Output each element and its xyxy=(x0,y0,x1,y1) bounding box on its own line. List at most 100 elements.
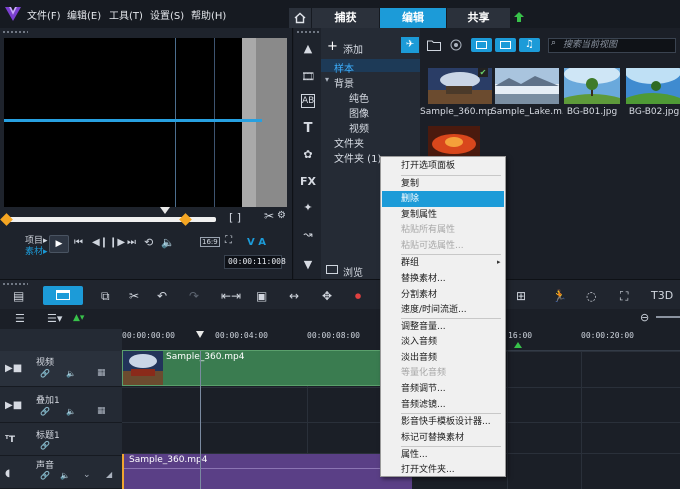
menu-tools[interactable]: 工具(T) xyxy=(109,7,143,22)
browse-icon[interactable] xyxy=(326,265,338,274)
ctx-properties[interactable]: 属性... xyxy=(382,447,504,463)
fit-icon[interactable]: ⛶ xyxy=(620,289,628,304)
fit-screen-icon[interactable]: ⛶ xyxy=(225,235,232,246)
menu-settings[interactable]: 设置(S) xyxy=(150,7,184,22)
video-clip[interactable]: Sample_360.mp4 xyxy=(122,350,382,386)
play-button[interactable]: ▶ xyxy=(49,235,69,253)
collapse-icon[interactable]: ▾ xyxy=(325,75,329,84)
tab-edit[interactable]: 编辑 xyxy=(380,8,446,28)
record-capture-icon[interactable]: ⏺ xyxy=(355,289,361,304)
ctx-delete[interactable]: 删除 xyxy=(382,191,504,207)
filter-image-button[interactable] xyxy=(495,38,516,52)
title-icon[interactable]: T xyxy=(298,120,318,138)
fx-icon[interactable]: FX xyxy=(298,173,318,191)
menu-edit[interactable]: 编辑(E) xyxy=(67,7,101,22)
crop-icon[interactable]: ▣ xyxy=(256,289,267,303)
undo-icon[interactable]: ↶ xyxy=(157,289,167,303)
tab-share[interactable]: 共享 xyxy=(447,8,510,28)
menu-file[interactable]: 文件(F) xyxy=(27,7,61,22)
filter-audio-button[interactable]: ♫ xyxy=(519,38,540,52)
ctx-split-clip[interactable]: 分割素材 xyxy=(382,287,504,303)
track-volume-icon[interactable]: 🔈 xyxy=(66,407,76,416)
tree-item-backgrounds[interactable]: 背景 xyxy=(334,75,354,90)
ctx-fade-in-audio[interactable]: 淡入音频 xyxy=(382,334,504,350)
tree-item-folder-1[interactable]: 文件夹 (1) xyxy=(334,150,381,165)
ctx-speed-timelapse[interactable]: 速度/时间流逝... xyxy=(382,302,504,318)
settings-icon[interactable]: ⚙ xyxy=(277,210,286,221)
zoom-slider[interactable] xyxy=(656,316,680,318)
scrubber-head[interactable] xyxy=(160,207,170,214)
ctx-group[interactable]: 群组 xyxy=(382,255,504,271)
ctx-mark-replaceable[interactable]: 标记可替换素材 xyxy=(382,430,504,446)
browse-button[interactable]: 浏览 xyxy=(343,264,363,279)
track-grid-icon[interactable]: ▦ xyxy=(97,406,106,416)
tree-item-solid[interactable]: 纯色 xyxy=(349,90,369,105)
link-icon[interactable]: 🔗 xyxy=(40,407,50,416)
tree-item-video[interactable]: 视频 xyxy=(349,120,369,135)
graphics-icon[interactable]: ✿ xyxy=(298,146,318,164)
tree-item-samples[interactable]: 样本 xyxy=(334,60,354,75)
pin-icon[interactable]: ✈ xyxy=(401,37,419,53)
thumbnail-item[interactable] xyxy=(428,126,480,160)
tools-icon[interactable]: ✂ xyxy=(129,289,139,303)
volume-line[interactable] xyxy=(124,468,412,469)
thumbnail-item[interactable] xyxy=(625,60,680,104)
3d-title-icon[interactable]: T3D xyxy=(651,289,673,302)
stretch-icon[interactable]: ↔ xyxy=(289,289,299,303)
panel-grip[interactable] xyxy=(2,282,28,286)
trim-start-handle[interactable] xyxy=(0,213,13,226)
move-icon[interactable]: ✥ xyxy=(322,289,332,303)
track-manager-icon[interactable]: ⧉ xyxy=(101,289,110,304)
ctx-replace-clip[interactable]: 替换素材... xyxy=(382,271,504,287)
prev-frame-icon[interactable]: ◀❙ xyxy=(92,237,108,248)
go-start-icon[interactable]: ⏮ xyxy=(74,237,83,248)
import-folder-icon[interactable] xyxy=(427,40,441,51)
tree-item-folder[interactable]: 文件夹 xyxy=(334,135,364,150)
media-icon[interactable]: 🎞 xyxy=(298,68,318,86)
volume-icon[interactable]: 🔈 xyxy=(161,236,175,249)
scroll-down-icon[interactable]: ▼ xyxy=(298,256,318,274)
track-options-icon[interactable]: ☰▾ xyxy=(47,312,62,325)
expand-icon[interactable]: ⌄ xyxy=(83,470,91,480)
menu-help[interactable]: 帮助(H) xyxy=(191,7,226,22)
filter-video-button[interactable] xyxy=(471,38,492,52)
thumbnail-item[interactable] xyxy=(564,64,620,104)
cue-marker[interactable] xyxy=(514,342,522,348)
trim-icon[interactable]: ⇤⇥ xyxy=(221,289,241,303)
preview-screen[interactable] xyxy=(4,38,287,207)
playhead-marker[interactable] xyxy=(196,331,204,338)
track-header-video[interactable]: ▶■ 视频 🔗 🔈 ▦ xyxy=(0,351,122,387)
playhead-line[interactable] xyxy=(200,351,201,489)
motion-tracking-icon[interactable]: 🏃 xyxy=(552,289,567,303)
track-grid-icon[interactable]: ▦ xyxy=(97,368,106,378)
timeline-view-button[interactable] xyxy=(43,286,83,305)
panel-grip[interactable] xyxy=(296,30,320,34)
ctx-adjust-volume[interactable]: 调整音量... xyxy=(382,319,504,335)
ctx-audio-filter[interactable]: 音频滤镜... xyxy=(382,397,504,413)
track-volume-icon[interactable]: 🔈 xyxy=(66,369,76,378)
track-volume-icon[interactable]: 🔈 xyxy=(60,471,70,480)
home-tab[interactable] xyxy=(289,8,311,28)
timecode[interactable]: 00:00:11:008 xyxy=(224,255,286,269)
track-header-audio[interactable]: ◖ 声音 🔗 🔈 ⌄ ◢ xyxy=(0,457,122,489)
mark-in-out-icon[interactable]: [ ] xyxy=(229,211,241,224)
track-header-title[interactable]: ᵀT 标题1 🔗 xyxy=(0,424,122,456)
go-end-icon[interactable]: ⏭ xyxy=(127,237,136,248)
link-icon[interactable]: 🔗 xyxy=(40,471,50,480)
track-list-icon[interactable]: ☰ xyxy=(15,312,25,325)
ctx-template-designer[interactable]: 影音快手模板设计器... xyxy=(382,414,504,430)
ctx-copy-attributes[interactable]: 复制属性 xyxy=(382,207,504,223)
split-clip-icon[interactable]: ✂ xyxy=(264,209,274,223)
instant-project-icon[interactable]: AB xyxy=(301,94,315,108)
record-icon[interactable] xyxy=(450,39,462,51)
storyboard-view-icon[interactable]: ▤ xyxy=(13,289,24,303)
next-frame-icon[interactable]: ❙▶ xyxy=(109,237,125,248)
tab-capture[interactable]: 捕获 xyxy=(312,8,379,28)
ctx-open-options[interactable]: 打开选项面板 xyxy=(382,158,504,174)
trim-end-handle[interactable] xyxy=(179,213,192,226)
audio-options-icon[interactable]: ◢ xyxy=(106,470,112,479)
repeat-icon[interactable]: ⟲ xyxy=(144,236,153,249)
marker-add-icon[interactable]: ▲▾ xyxy=(73,313,84,323)
thumbnail-item[interactable] xyxy=(495,68,559,104)
multi-camera-icon[interactable]: ⊞ xyxy=(516,289,526,303)
